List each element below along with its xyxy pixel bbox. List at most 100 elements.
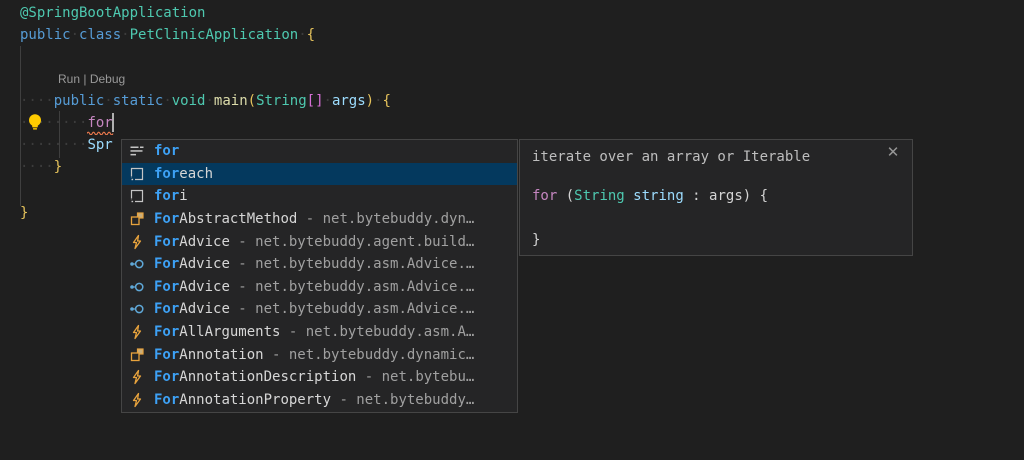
suggest-item-match: for [154,188,179,204]
event-icon [129,234,145,250]
code-token: void [172,93,206,109]
suggest-item-detail: - net.bytebuddy.asm.Advice.… [230,256,474,272]
suggest-item-match: For [154,369,179,385]
code-token: for [532,188,557,204]
suggest-item-detail: - net.bytebuddy.asm.Advice.… [230,301,474,317]
code-token: · [71,27,79,43]
interface-icon [129,256,145,272]
suggest-item-label: Annotation [179,347,263,363]
code-token: ( [557,188,574,204]
code-token: for [87,115,112,131]
suggest-item-detail: - net.bytebu… [356,369,474,385]
docs-code-line: for (String string : args) { [532,185,768,207]
suggest-item[interactable]: ForAnnotationProperty - net.bytebuddy… [122,389,517,412]
suggest-item[interactable]: ForAdvice - net.bytebuddy.asm.Advice.… [122,276,517,299]
suggest-item-match: For [154,324,179,340]
suggest-item-label: each [179,166,213,182]
suggest-item-label: Advice [179,234,230,250]
docs-code-line: } [532,229,540,251]
suggest-item[interactable]: ForAnnotation - net.bytebuddy.dynamic… [122,343,517,366]
code-token: } [54,159,62,175]
code-token: ( [248,93,256,109]
code-token: args [709,188,743,204]
suggest-docs-panel: iterate over an array or Iterable ✕ for … [519,139,913,256]
suggest-item[interactable]: ForAnnotationDescription - net.bytebu… [122,366,517,389]
suggest-item-detail: - net.bytebuddy.dynamic… [264,347,475,363]
suggest-item-label: Advice [179,256,230,272]
suggest-item-detail: - net.bytebuddy.agent.build… [230,234,474,250]
suggest-item-label: AnnotationProperty [179,392,331,408]
suggest-item[interactable]: ForAdvice - net.bytebuddy.asm.Advice.… [122,253,517,276]
code-token: · [121,27,129,43]
class-icon [129,211,145,227]
code-token: { [383,93,391,109]
text-cursor [112,113,114,132]
suggest-item-match: For [154,256,179,272]
suggest-item-label: AbstractMethod [179,211,297,227]
lightbulb-icon[interactable] [25,112,45,132]
suggest-item-detail: - net.bytebuddy.asm.Advice.… [230,279,474,295]
suggest-item[interactable]: ForAbstractMethod - net.bytebuddy.dyn… [122,208,517,231]
code-token: } [20,205,28,221]
code-token [625,188,633,204]
suggest-item-detail: - net.bytebuddy.asm.A… [280,324,474,340]
code-line: ····public·static·void·main(String[]·arg… [20,90,391,112]
docs-title: iterate over an array or Iterable [532,147,810,167]
suggest-item-match: For [154,234,179,250]
close-icon[interactable]: ✕ [884,144,902,162]
suggest-item-label: AnnotationDescription [179,369,356,385]
suggest-item[interactable]: ForAdvice - net.bytebuddy.asm.Advice.… [122,298,517,321]
code-token: public [54,93,105,109]
code-token: public [20,27,71,43]
code-token: · [324,93,332,109]
suggest-widget: forforeachforiForAbstractMethod - net.by… [121,139,518,413]
code-line: ········Spr [20,134,113,156]
suggest-item-detail: - net.bytebuddy.dyn… [297,211,474,227]
code-line: } [20,202,28,224]
suggest-item-match: For [154,211,179,227]
suggest-item-label: i [179,188,187,204]
code-line: public·class·PetClinicApplication·{ [20,24,315,46]
suggest-item-match: for [154,166,179,182]
code-token: ········ [20,137,87,153]
code-token: static [113,93,164,109]
codelens: Run | Debug [58,70,125,88]
suggest-item-match: for [154,143,179,159]
suggest-item-match: For [154,301,179,317]
code-token: args [332,93,366,109]
interface-icon [129,279,145,295]
codelens-debug-link[interactable]: Debug [90,72,125,86]
code-token: string [633,188,684,204]
event-icon [129,369,145,385]
class-icon [129,347,145,363]
code-token: [] [307,93,324,109]
codelens-separator: | [80,72,90,86]
suggest-list: forforeachforiForAbstractMethod - net.by… [122,140,517,411]
suggest-item-match: For [154,347,179,363]
code-token: · [163,93,171,109]
code-token: class [79,27,121,43]
code-token: PetClinicApplication [130,27,299,43]
code-editor: @SpringBootApplicationpublic·class·PetCl… [0,0,1024,460]
snippet-icon [129,188,145,204]
suggest-item-detail: - net.bytebuddy… [331,392,474,408]
code-token: String [574,188,625,204]
snippet-icon [129,166,145,182]
suggest-item-label: Advice [179,279,230,295]
keyword-icon [129,143,145,159]
suggest-item[interactable]: ForAllArguments - net.bytebuddy.asm.A… [122,321,517,344]
code-line: ····} [20,156,62,178]
code-line: @SpringBootApplication [20,2,205,24]
suggest-item-label: AllArguments [179,324,280,340]
codelens-run-link[interactable]: Run [58,72,80,86]
code-token: String [256,93,307,109]
code-token: ) { [743,188,768,204]
code-token: main [214,93,248,109]
event-icon [129,392,145,408]
suggest-item[interactable]: ForAdvice - net.bytebuddy.agent.build… [122,230,517,253]
suggest-item[interactable]: for [122,140,517,163]
suggest-item-match: For [154,392,179,408]
suggest-item[interactable]: foreach [122,163,517,186]
error-squiggle [87,130,114,135]
suggest-item[interactable]: fori [122,185,517,208]
